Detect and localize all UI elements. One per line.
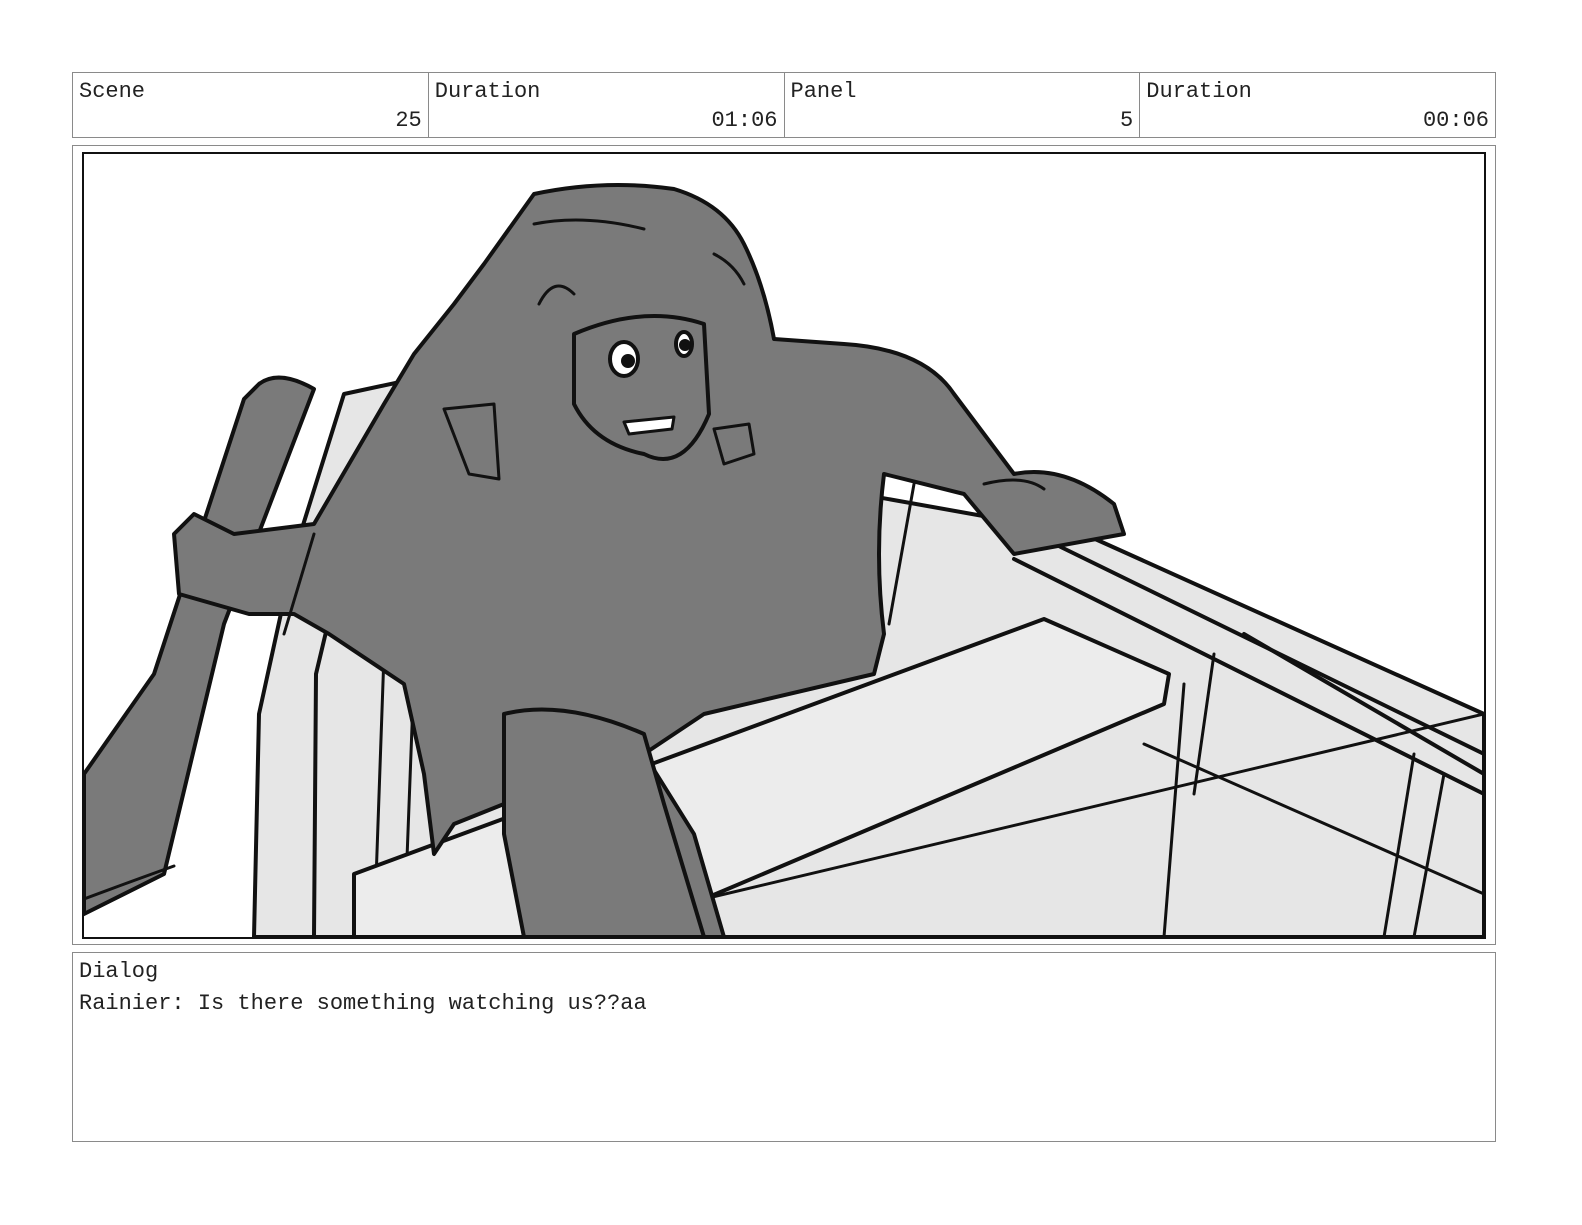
scene-label: Scene (79, 79, 146, 104)
sketch-boat-rower (84, 183, 1484, 937)
panel-label: Panel (790, 79, 857, 104)
panel-duration-label: Duration (1146, 79, 1252, 104)
dialog-label: Dialog (79, 959, 159, 984)
dialog-box: Dialog Rainier: Is there something watch… (72, 952, 1496, 1142)
panel-cell: Panel 5 (785, 73, 1141, 137)
panel-duration-cell: Duration 00:06 (1140, 73, 1495, 137)
panel-number: 5 (1120, 108, 1134, 133)
scene-cell: Scene 25 (73, 73, 429, 137)
panel-duration-value: 00:06 (1422, 108, 1489, 133)
panel-info-header: Scene 25 Duration 01:06 Panel 5 Duration… (72, 72, 1496, 138)
storyboard-drawing (82, 152, 1486, 939)
dialog-text: Rainier: Is there something watching us?… (79, 991, 647, 1016)
scene-duration-label: Duration (434, 79, 541, 104)
scene-duration-cell: Duration 01:06 (429, 73, 785, 137)
scene-number: 25 (395, 108, 422, 133)
scene-duration-value: 01:06 (711, 108, 778, 133)
